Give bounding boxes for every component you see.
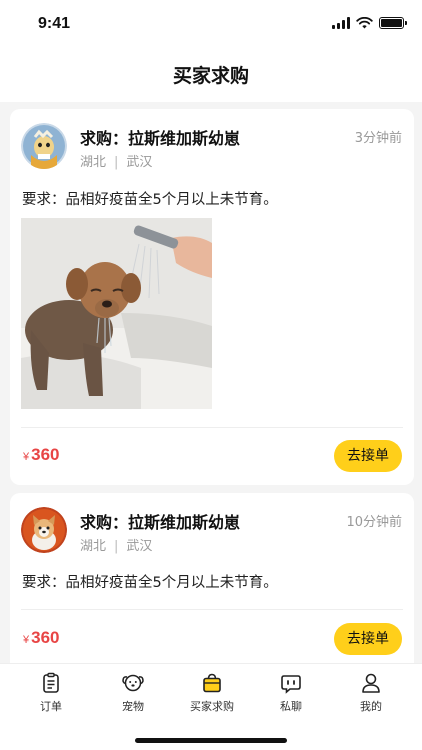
accept-order-button[interactable]: 去接单 (334, 440, 402, 472)
province-label: 湖北 (80, 539, 107, 554)
request-title: 求购：拉斯维加斯幼崽 (80, 129, 241, 148)
nav-bar: 买家求购 (0, 50, 422, 102)
city-label: 武汉 (126, 155, 153, 170)
request-card[interactable]: 求购：拉斯维加斯幼崽 湖北 | 武汉 10分钟前 要求：品相好疫苗全5个月以上未节育… (10, 493, 414, 663)
clipboard-icon (43, 672, 59, 693)
location: 湖北 | 武汉 (80, 539, 153, 554)
tab-label: 我的 (360, 700, 382, 713)
time-ago: 3分钟前 (354, 131, 402, 146)
home-indicator (135, 738, 287, 743)
divider (21, 609, 403, 610)
person-icon (362, 673, 380, 693)
province-label: 湖北 (80, 155, 107, 170)
shopping-bag-icon (203, 673, 221, 693)
tab-label: 私聊 (280, 700, 302, 713)
price-value: 360 (31, 445, 60, 464)
tab-profile[interactable]: 我的 (341, 672, 401, 714)
wifi-icon (356, 17, 373, 29)
currency-symbol: ¥ (23, 451, 30, 463)
currency-symbol: ¥ (23, 634, 30, 646)
requirement-text: 要求：品相好疫苗全5个月以上未节育。 (22, 575, 278, 591)
city-label: 武汉 (126, 539, 153, 554)
avatar[interactable] (21, 123, 67, 169)
signal-icon (332, 17, 350, 29)
divider (21, 427, 403, 428)
location: 湖北 | 武汉 (80, 155, 153, 170)
tab-orders[interactable]: 订单 (21, 672, 81, 714)
requirement-text: 要求：品相好疫苗全5个月以上未节育。 (22, 192, 278, 208)
dog-photo[interactable] (21, 218, 212, 409)
status-bar: 9:41 (0, 0, 422, 50)
status-time: 9:41 (38, 15, 71, 32)
dog-icon (122, 674, 144, 692)
chat-icon (281, 675, 301, 694)
status-icons (332, 17, 407, 29)
request-title: 求购：拉斯维加斯幼崽 (80, 513, 241, 532)
price-value: 360 (31, 628, 60, 647)
avatar[interactable] (21, 507, 67, 553)
page-title: 买家求购 (172, 65, 249, 87)
tab-label: 宠物 (122, 700, 144, 713)
tab-bar: 订单 宠物 买家求购 私聊 我的 (0, 663, 422, 750)
price: ¥360 (23, 628, 60, 648)
tab-pets[interactable]: 宠物 (103, 672, 163, 714)
accept-order-button[interactable]: 去接单 (334, 623, 402, 655)
tab-buyer-requests[interactable]: 买家求购 (182, 672, 242, 714)
time-ago: 10分钟前 (346, 515, 402, 530)
tab-label: 订单 (40, 700, 62, 713)
tab-label: 买家求购 (190, 700, 234, 713)
battery-icon (379, 17, 407, 29)
tab-private-chat[interactable]: 私聊 (261, 672, 321, 714)
price: ¥360 (23, 445, 60, 465)
request-card[interactable]: 求购：拉斯维加斯幼崽 湖北 | 武汉 3分钟前 要求：品相好疫苗全5个月以上未节育。 (10, 109, 414, 485)
